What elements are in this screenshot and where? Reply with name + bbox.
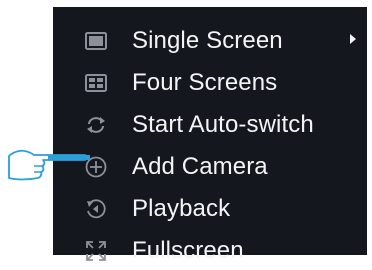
menu-item-add-camera[interactable]: Add Camera — [53, 148, 367, 186]
menu-item-start-auto-switch[interactable]: Start Auto-switch — [53, 106, 367, 144]
single-screen-icon — [85, 32, 107, 50]
pointing-hand-icon — [8, 149, 90, 181]
context-menu: Single Screen Four Screens Start Auto-sw… — [53, 7, 367, 264]
menu-item-label: Single Screen — [132, 27, 283, 54]
fullscreen-icon — [86, 241, 106, 261]
playback-icon — [87, 199, 106, 219]
auto-switch-icon — [87, 117, 105, 133]
menu-item-four-screens[interactable]: Four Screens — [53, 64, 367, 102]
menu-item-label: Fullscreen — [132, 237, 244, 264]
four-screens-icon — [85, 74, 107, 92]
menu-item-single-screen[interactable]: Single Screen — [53, 22, 367, 60]
menu-item-fullscreen[interactable]: Fullscreen — [53, 232, 367, 270]
menu-item-label: Four Screens — [132, 69, 278, 96]
menu-item-label: Start Auto-switch — [132, 111, 314, 138]
menu-item-label: Playback — [132, 195, 231, 222]
menu-item-label: Add Camera — [132, 153, 268, 180]
submenu-arrow-icon — [350, 34, 356, 44]
menu-item-playback[interactable]: Playback — [53, 190, 367, 228]
